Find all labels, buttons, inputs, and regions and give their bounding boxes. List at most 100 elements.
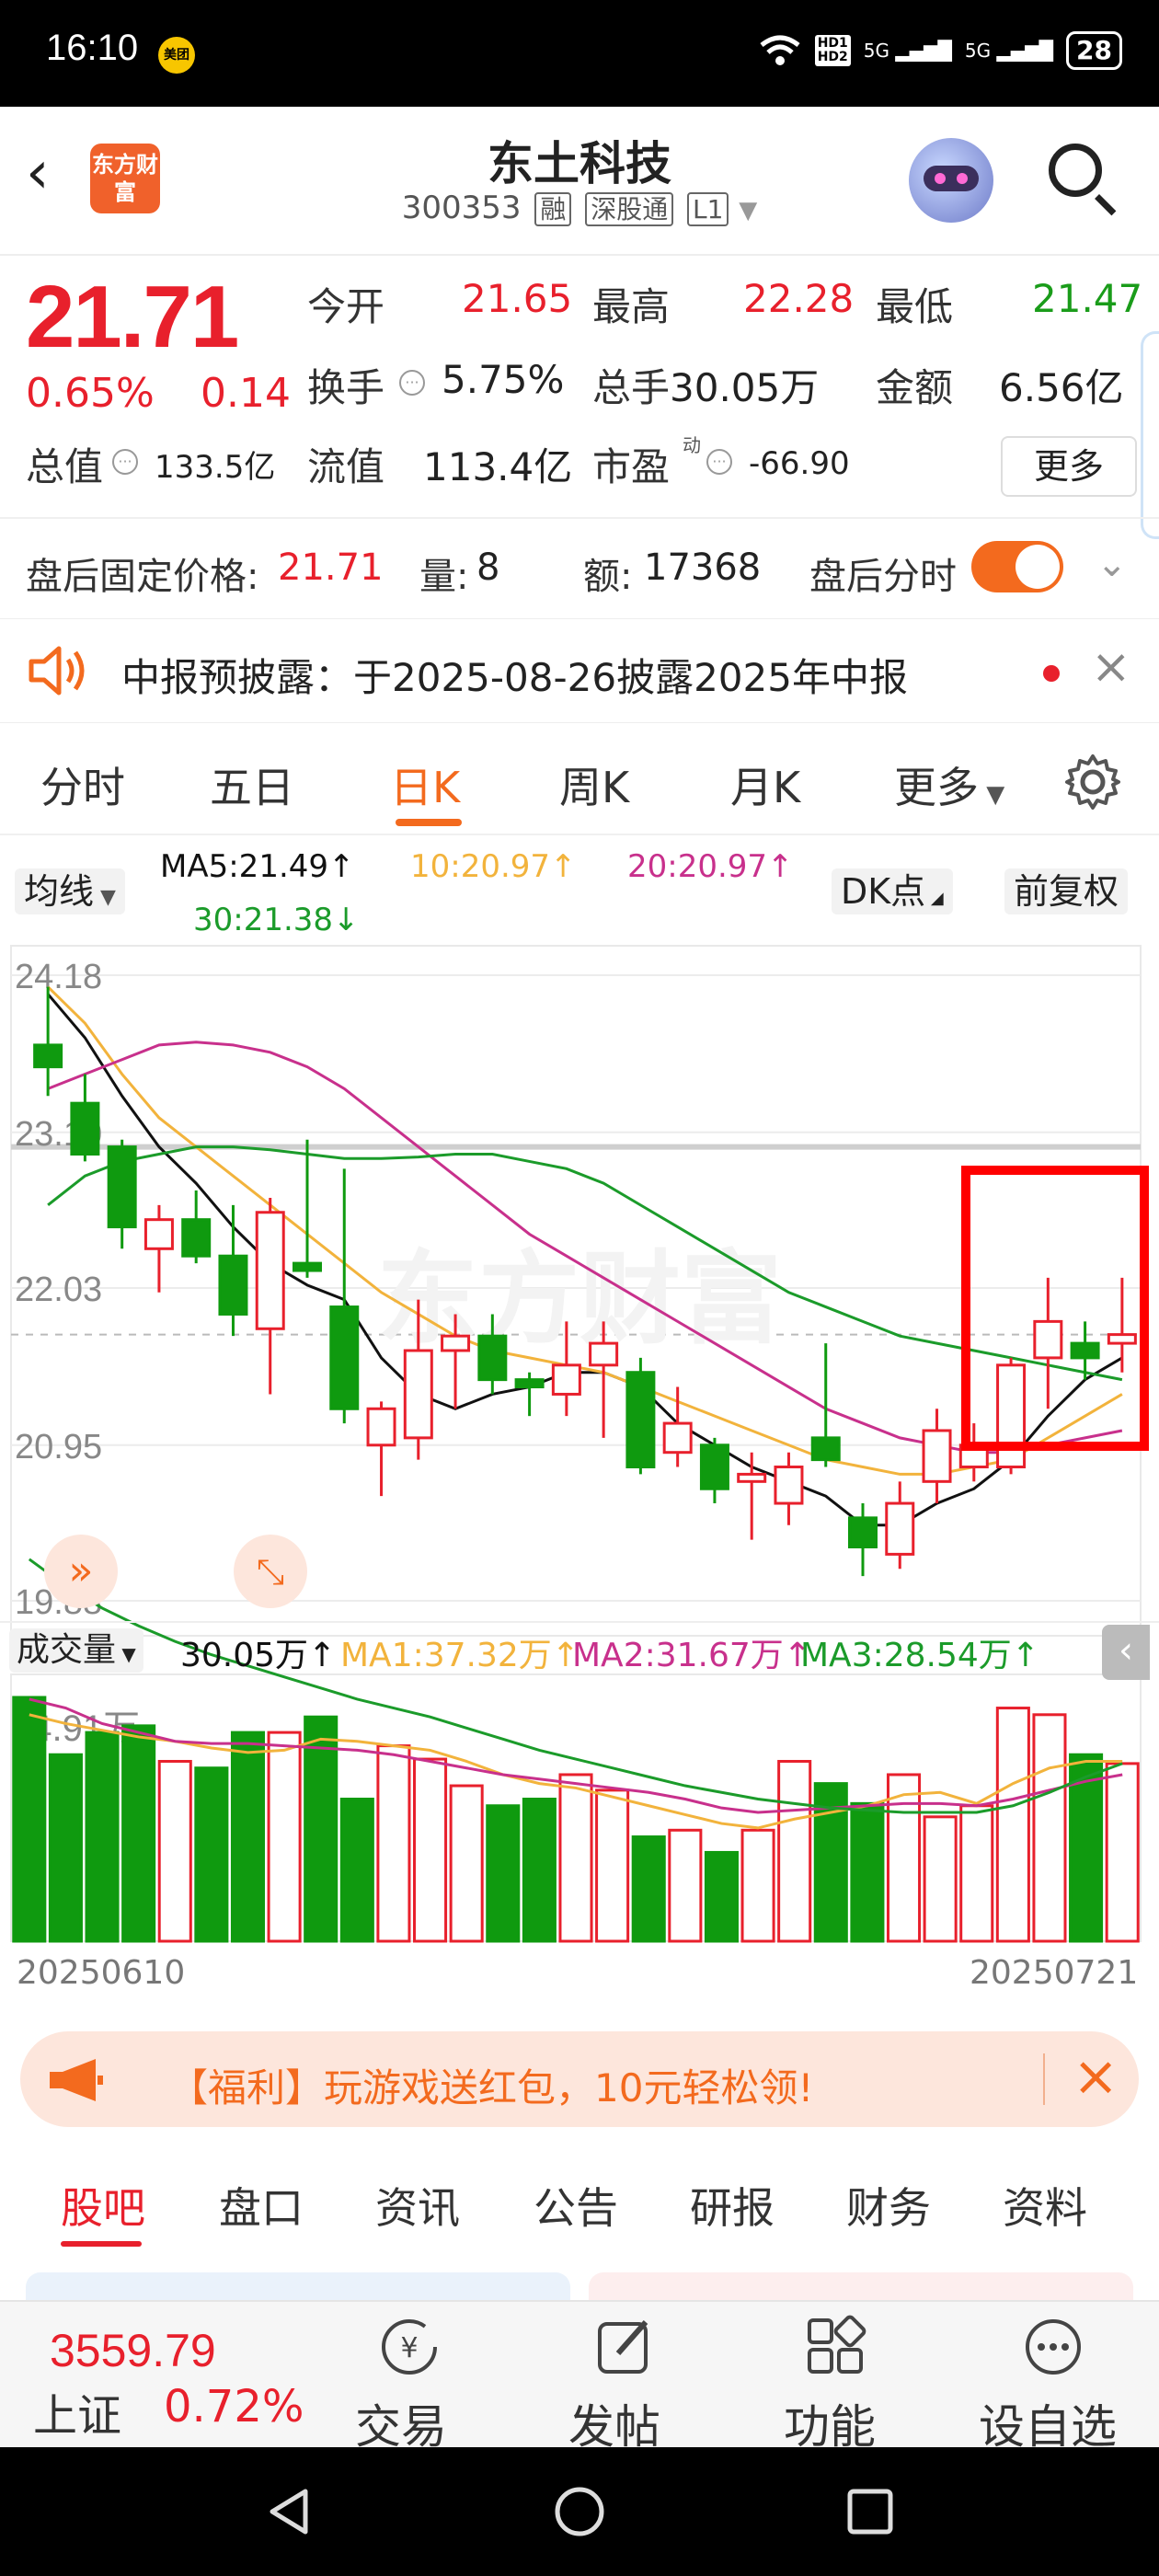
volume-indicator-select[interactable]: 成交量 ▼ [9,1628,143,1673]
info-dots-icon[interactable]: ··· [706,449,732,475]
status-icons: HD1 HD2 5G ▂▄▆█ 5G ▂▄▆█ 28 [758,31,1122,70]
signal-bars-icon: ▂▄▆█ [996,40,1054,62]
notice-bar[interactable]: 中报预披露：于2025-08-26披露2025年中报 × [0,618,1159,723]
index-value[interactable]: 3559.79 [50,2324,216,2377]
signal-bars-icon: ▂▄▆█ [895,40,952,62]
pe-value: -66.90 [749,445,850,482]
after-hours-price: 21.71 [278,546,384,589]
candle-body [441,1334,471,1352]
candle-body [922,1429,952,1483]
tag-level: L1 [687,192,729,226]
caret-down-icon: ▼ [116,1643,136,1665]
open-value: 21.65 [462,276,573,321]
tab-monthly-k[interactable]: 月K [730,754,800,815]
volume-bar [923,1815,958,1943]
nav-add-watchlist[interactable]: 设自选 [973,2315,1139,2454]
volume-bar [595,1788,630,1943]
tab-financials[interactable]: 财务 [846,2175,931,2236]
volume-bar [339,1798,374,1943]
tab-five-day[interactable]: 五日 [210,754,294,815]
tab-announcements[interactable]: 公告 [534,2175,618,2236]
fast-forward-icon[interactable]: » [44,1535,118,1608]
candle-body [1107,1333,1137,1345]
high-value: 22.28 [743,276,855,321]
after-hours-toggle[interactable] [971,541,1063,592]
close-icon[interactable]: × [1073,2044,1119,2109]
tab-profile[interactable]: 资料 [1003,2175,1087,2236]
tab-news[interactable]: 资讯 [375,2175,460,2236]
candle-body [143,1218,174,1250]
tab-more[interactable]: 更多 ▼ [894,754,1004,815]
high-label: 最高 [592,284,671,329]
bottom-nav: 3559.79 上证 0.72% ¥ 交易 发帖 功能 设自选 [0,2300,1159,2454]
tab-weekly-k[interactable]: 周K [559,754,629,815]
system-recents-icon[interactable] [843,2484,898,2539]
candle-body [662,1421,693,1455]
info-dots-icon[interactable]: ··· [112,449,138,475]
y-tick-label: 24.18 [15,958,102,996]
tab-forum[interactable]: 股吧 [61,2175,145,2236]
tab-intraday[interactable]: 分时 [40,754,125,815]
more-quote-button[interactable]: 更多 [1001,436,1137,497]
after-hours-vol: 8 [476,546,500,589]
dk-point-button[interactable]: DK点 ◢ [832,868,953,914]
current-price: 21.71 [26,268,239,366]
indicator-select[interactable]: 均线 ▼ [15,868,125,914]
candle-body [774,1466,804,1505]
tab-orderbook[interactable]: 盘口 [219,2175,304,2236]
open-label: 今开 [307,284,385,329]
promo-banner[interactable]: 【福利】玩游戏送红包，10元轻松领! × [20,2031,1139,2127]
candle-body [1033,1319,1063,1360]
dropdown-caret-icon[interactable]: ▼ [739,197,757,224]
candle-body [551,1363,581,1396]
volume-bar [740,1828,775,1943]
divider [0,834,1159,835]
divider [0,517,1159,519]
amount-label: 金额 [876,365,954,410]
volume-bar [777,1759,812,1943]
volume-bar [1032,1713,1067,1943]
index-change: 0.72% [164,2381,304,2432]
after-hours-vol-label: 量: [419,556,469,598]
close-icon[interactable]: × [1091,639,1131,695]
dk-button-label: DK点 [841,871,926,912]
candle-body [255,1211,285,1330]
status-bar: 16:10 美团 HD1 HD2 5G ▂▄▆█ 5G ▂▄▆█ 28 [0,0,1159,107]
adjust-button[interactable]: 前复权 [1004,868,1129,914]
change-amount: 0.14 [201,370,291,417]
yen-exchange-icon: ¥ [382,2319,437,2375]
chevron-down-icon[interactable]: ⌄ [1096,543,1128,585]
system-back-icon[interactable] [261,2484,316,2539]
search-icon[interactable] [1049,144,1102,197]
change-percent: 0.65% [26,370,155,417]
volume-bar [230,1731,266,1943]
volume-bar [194,1766,229,1943]
nav-trade[interactable]: ¥ 交易 [350,2315,460,2454]
amount-value: 6.56亿 [999,365,1124,410]
robot-avatar-icon[interactable] [909,138,993,223]
tab-daily-k[interactable]: 日K [390,754,460,815]
tag-margin: 融 [534,192,572,226]
candle-body [70,1101,100,1156]
nav-functions[interactable]: 功能 [780,2315,890,2454]
status-time: 16:10 [46,28,139,68]
expand-icon[interactable]: ⤡ [234,1535,307,1608]
kline-chart[interactable]: 东方财富 24.1823.1022.0320.9519.88 54.91万 [0,938,1159,1987]
wifi-icon [760,35,800,65]
x-end-label: 20250721 [970,1954,1139,1992]
ma20-legend: 20:20.97↑ [627,848,794,885]
active-content-tab-indicator [61,2241,142,2247]
tab-research[interactable]: 研报 [690,2175,775,2236]
meituan-badge-icon: 美团 [158,37,195,74]
speaker-icon [29,646,85,696]
divider [1043,2053,1045,2105]
gear-icon[interactable] [1063,753,1122,811]
ma5-legend: MA5:21.49↑ [160,848,355,885]
side-drawer-handle[interactable] [1141,331,1159,539]
system-home-icon[interactable] [552,2484,607,2539]
nav-post[interactable]: 发帖 [567,2315,677,2454]
volume-bar [12,1696,47,1943]
x-start-label: 20250610 [17,1954,186,1992]
info-dots-icon[interactable]: ··· [399,370,425,396]
collapse-arrow-icon[interactable]: ‹ [1102,1625,1150,1680]
